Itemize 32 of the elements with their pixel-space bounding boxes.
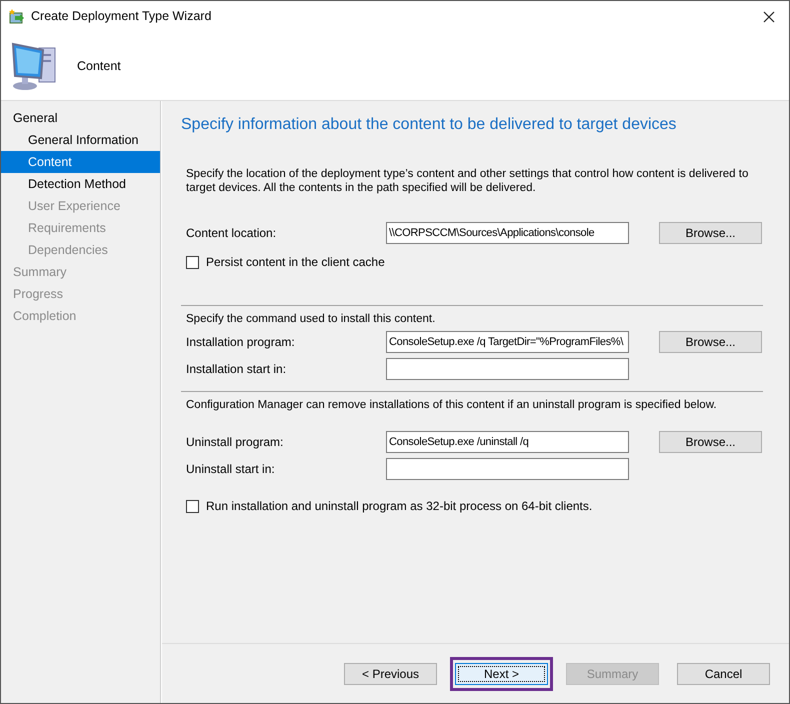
field-label: Content location:	[186, 225, 278, 242]
window-title: Create Deployment Type Wizard	[31, 8, 212, 26]
nav-item[interactable]: Content	[1, 151, 160, 173]
field-label: Installation program:	[186, 334, 296, 351]
input-field[interactable]	[386, 458, 629, 480]
input-field[interactable]: \\CORPSCCM\Sources\Applications\console	[386, 222, 629, 244]
page-title: Content	[77, 58, 121, 75]
input-field[interactable]: ConsoleSetup.exe /uninstall /q	[386, 431, 629, 453]
input-field[interactable]: ConsoleSetup.exe /q TargetDir="%ProgramFiles%\	[386, 331, 629, 353]
field-label: Uninstall program:	[186, 434, 284, 451]
field-label: Installation start in:	[186, 361, 288, 378]
nav-item[interactable]: General Information	[1, 129, 160, 151]
checkbox-label: Persist content in the client cache	[206, 254, 385, 271]
close-icon[interactable]	[763, 10, 775, 22]
wizard-button[interactable]: Next >	[455, 662, 548, 684]
checkbox[interactable]	[186, 500, 199, 512]
browse-button[interactable]: Browse...	[659, 431, 762, 453]
wizard-button[interactable]: Cancel	[677, 662, 770, 684]
browse-button[interactable]: Browse...	[659, 222, 762, 244]
section-description: Specify the location of the deployment type’s content and other settings that control how content is delivered to target devices. All the contents in the path specified will be delivered.	[186, 167, 750, 195]
section-description: Configuration Manager can remove installations of this content if an uninstall program is specified below.	[186, 398, 718, 412]
browse-button[interactable]: Browse...	[659, 331, 762, 353]
section-description: Specify the command used to install this content.	[186, 312, 436, 326]
wizard-icon	[9, 8, 25, 24]
page-heading: Specify information about the content to be delivered to target devices	[181, 115, 678, 135]
checkbox[interactable]	[186, 256, 199, 268]
wizard-button[interactable]: < Previous	[344, 662, 437, 684]
nav-item[interactable]: General	[1, 107, 160, 129]
nav-item[interactable]: Detection Method	[1, 173, 160, 195]
input-field[interactable]	[386, 358, 629, 380]
field-label: Uninstall start in:	[186, 461, 276, 478]
checkbox-label: Run installation and uninstall program as 32-bit process on 64-bit clients.	[206, 498, 592, 515]
